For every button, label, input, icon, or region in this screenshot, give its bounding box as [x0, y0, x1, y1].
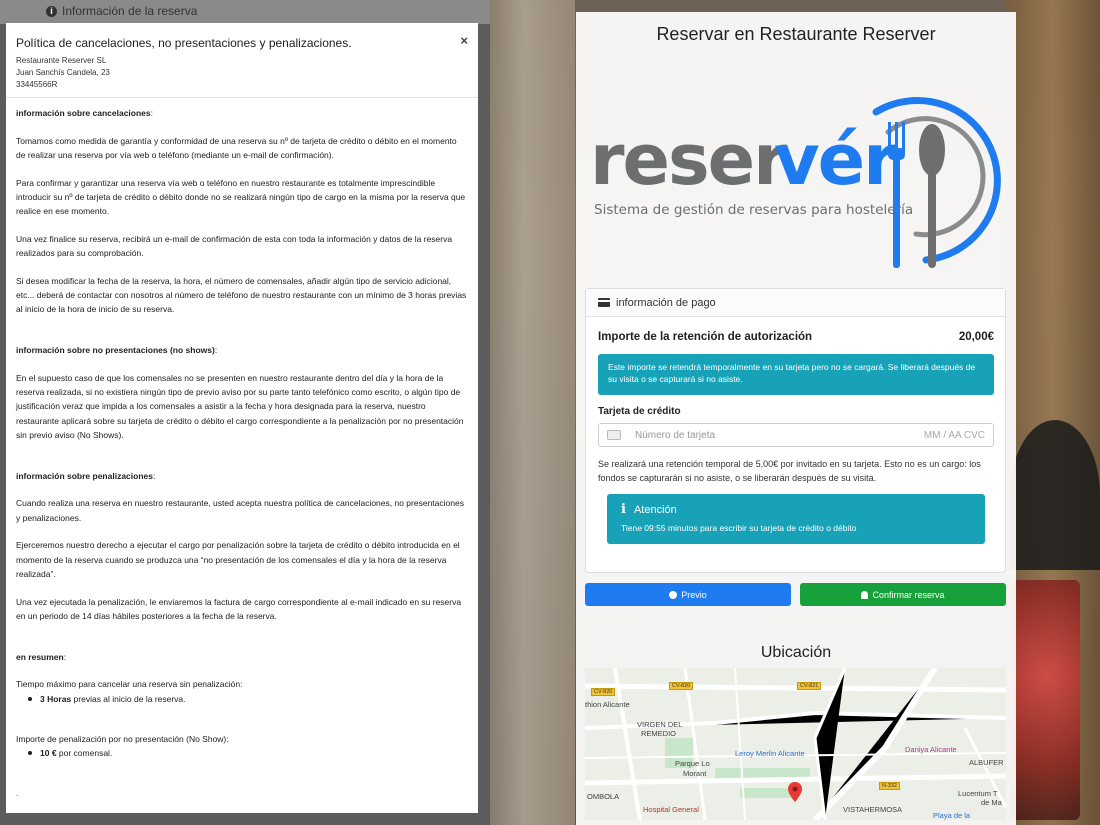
road-badge: CV-821 [797, 682, 822, 690]
company-tax-id: 33445566R [16, 80, 58, 89]
cancellation-policy-modal: Política de cancelaciones, no presentaci… [6, 23, 478, 813]
map-label: Playa de la [933, 811, 971, 820]
chevron-left-icon [669, 590, 678, 599]
map-label: thion Alicante [585, 700, 630, 709]
section-heading-no-shows: información sobre no presentaciones (no … [16, 345, 218, 356]
confirm-reservation-label: Confirmar reserva [872, 589, 945, 600]
road-badge: CV-820 [669, 682, 694, 690]
map-label: Parque Lo [675, 759, 710, 768]
credit-card-icon [598, 298, 610, 307]
policy-paragraph: Una vez ejecutada la penalización, le en… [16, 596, 462, 621]
company-info: Restaurante Reserver SL Juan Sanchís Can… [16, 55, 468, 91]
credit-card-label: Tarjeta de crédito [598, 406, 681, 417]
hold-note: Se realizará una retención temporal de 5… [598, 459, 981, 483]
map-pin-icon[interactable] [788, 782, 802, 802]
location-title: Ubicación [760, 644, 832, 661]
logo-tagline: Sistema de gestión de reservas para host… [594, 202, 913, 218]
trailing-dot: . [16, 788, 19, 799]
map-label: Daniya Alicante [905, 745, 957, 754]
hold-info-text: Este importe se retendrá temporalmente e… [608, 362, 976, 384]
company-name: Restaurante Reserver SL [16, 56, 107, 65]
policy-paragraph: En el supuesto caso de que los comensale… [16, 373, 464, 440]
card-expiry-cvc-placeholder: MM / AA CVC [923, 429, 985, 441]
card-brand-icon [607, 430, 621, 440]
attention-title: Atención [633, 503, 677, 516]
map-label: Leroy Merlin Alicante [735, 749, 805, 758]
summary-fee-item: 10 € por comensal. [16, 746, 468, 760]
policy-paragraph: Cuando realiza una reserva en nuestro re… [16, 498, 464, 523]
payment-card: información de pago Importe de la retenc… [585, 288, 1006, 573]
attention-header: i Atención [621, 502, 971, 517]
bell-icon [861, 590, 869, 599]
road-badge: N-332 [879, 782, 900, 790]
reservation-info-label: Información de la reserva [62, 4, 198, 18]
reserver-logo: reser vér Sistema de gestión de reservas… [590, 96, 1001, 268]
policy-paragraph: Una vez finalice su reserva, recibirá un… [16, 234, 453, 259]
spoon-icon [919, 124, 945, 268]
summary-cancel-label: Tiempo máximo para cancelar una reserva … [16, 679, 243, 690]
attention-alert: i Atención Tiene 09:55 minutos para escr… [607, 494, 985, 544]
authorization-amount-label: Importe de la retención de autorización [598, 331, 813, 343]
credit-card-input[interactable]: Número de tarjeta MM / AA CVC [598, 423, 994, 447]
info-icon: i [46, 5, 57, 17]
summary-fee-list: 10 € por comensal. [16, 746, 468, 760]
policy-paragraph: Si desea modificar la fecha de la reserv… [16, 276, 467, 315]
policy-paragraph: Tomamos como medida de garantía y confor… [16, 135, 457, 160]
policy-paragraph: Para confirmar y garantizar una reserva … [16, 177, 466, 217]
location-map[interactable]: thion Alicante VIRGEN DEL REMEDIO Parque… [585, 668, 1006, 820]
payment-card-title: información de pago [616, 296, 716, 309]
svg-text:reser: reser [590, 119, 788, 201]
map-label: Lucentum T [958, 789, 998, 798]
road-badge: CV-820 [591, 688, 616, 696]
confirm-reservation-button[interactable]: Confirmar reserva [800, 583, 1006, 606]
authorization-amount-value: 20,00€ [958, 331, 994, 343]
modal-header: Política de cancelaciones, no presentaci… [6, 23, 478, 98]
hold-info-alert: Este importe se retendrá temporalmente e… [598, 354, 994, 395]
reservation-info-strip: i Información de la reserva [0, 0, 490, 24]
background-neon-sign [1010, 580, 1080, 820]
summary-cancel-list: 3 Horas previas al inicio de la reserva. [16, 692, 468, 706]
previous-button-label: Previo [681, 589, 707, 600]
page-title: Reservar en Restaurante Reserver [656, 24, 936, 44]
section-heading-penalties: información sobre penalizaciones: [16, 470, 156, 481]
map-label: REMEDIO [641, 729, 677, 738]
map-label: Hospital General [643, 805, 699, 814]
previous-button[interactable]: Previo [585, 583, 791, 606]
summary-cancel-item: 3 Horas previas al inicio de la reserva. [16, 692, 468, 706]
svg-text:vér: vér [774, 119, 898, 201]
payment-card-header: información de pago [586, 289, 1005, 317]
summary-fee-label: Importe de penalización por no presentac… [16, 733, 229, 744]
background-lamp [1010, 420, 1100, 570]
map-label: Morant [683, 769, 707, 778]
map-label: de Ma [981, 798, 1002, 807]
section-heading-cancellations: información sobre cancelaciones: [16, 108, 154, 118]
modal-title: Política de cancelaciones, no presentaci… [16, 36, 352, 50]
map-label: VIRGEN DEL [637, 720, 683, 729]
map-label: ALBUFER [969, 758, 1004, 767]
company-address: Juan Sanchís Candela, 23 [16, 68, 110, 77]
section-heading-summary: en resumen: [16, 651, 67, 662]
map-label: OMBOLA [587, 792, 620, 801]
close-icon[interactable]: × [460, 33, 468, 48]
reservation-info-header: i Información de la reserva [46, 4, 197, 18]
background-wood-left [490, 0, 575, 825]
info-icon: i [621, 502, 626, 517]
policy-paragraph: Ejerceremos nuestro derecho a ejecutar e… [16, 540, 460, 579]
card-number-placeholder: Número de tarjeta [635, 429, 716, 441]
modal-body: información sobre cancelaciones: Tomamos… [6, 98, 478, 808]
authorization-amount-row: Importe de la retención de autorización … [598, 331, 994, 343]
attention-body: Tiene 09:55 minutos para escribir su tar… [621, 523, 857, 533]
map-label: VISTAHERMOSA [843, 805, 903, 814]
